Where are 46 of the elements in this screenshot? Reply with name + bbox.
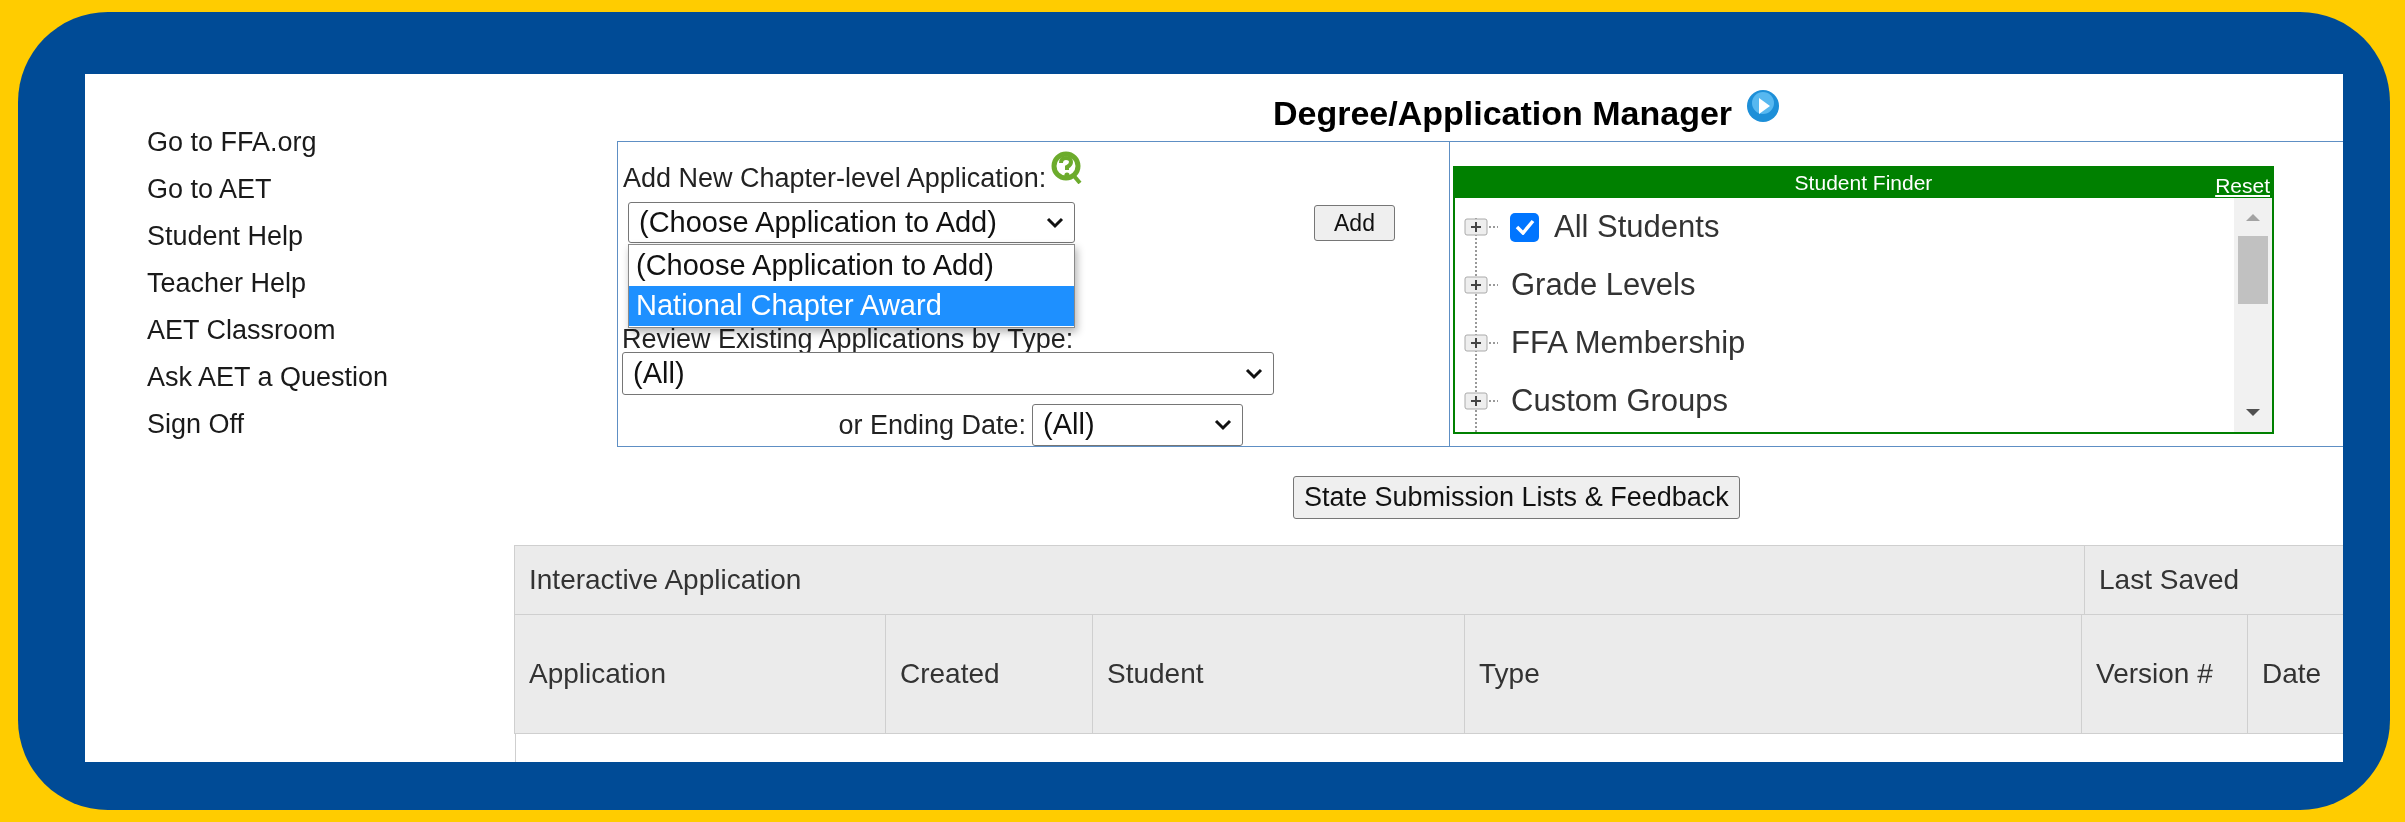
field-label: or Ending Date: <box>838 408 1026 442</box>
panel-title: Student Finder <box>1794 170 1933 197</box>
dropdown-option[interactable]: (Choose Application to Add) <box>629 246 1074 286</box>
expand-icon[interactable] <box>1464 392 1498 410</box>
column-header: Application <box>514 613 886 734</box>
chevron-icon <box>1214 419 1232 431</box>
column-group-header: Last Saved <box>2084 544 2343 615</box>
select-field[interactable]: (All) <box>622 352 1274 395</box>
tree-item-label[interactable]: All Students <box>1554 203 1720 251</box>
column-header: Date <box>2247 613 2343 734</box>
sidebar-link[interactable]: Ask AET a Question <box>147 354 389 401</box>
sidebar-link[interactable]: Teacher Help <box>147 260 307 307</box>
field-label: Review Existing Applications by Type: <box>622 327 1074 352</box>
column-header: Student <box>1092 613 1465 734</box>
sidebar-link[interactable]: Go to FFA.org <box>147 119 317 166</box>
scroll-up-icon[interactable] <box>2245 212 2261 222</box>
check-icon <box>1514 219 1535 235</box>
feedback-button[interactable]: State Submission Lists & Feedback <box>1293 476 1740 519</box>
checkbox[interactable] <box>1510 212 1539 242</box>
play-icon[interactable] <box>1746 89 1781 123</box>
chevron-icon <box>1046 216 1064 229</box>
sidebar-link[interactable]: Go to AET <box>147 166 272 213</box>
tree-item-label[interactable]: Custom Groups <box>1511 377 1729 425</box>
add-button[interactable]: Add <box>1314 204 1395 241</box>
help-icon[interactable] <box>1050 150 1083 184</box>
select-field[interactable]: (Choose Application to Add) <box>628 202 1075 243</box>
column-header: Version # <box>2081 613 2248 734</box>
sidebar-link[interactable]: Student Help <box>147 213 304 260</box>
column-header: Created <box>885 613 1093 734</box>
scrollbar[interactable] <box>2234 198 2272 432</box>
column-group-header: Interactive Application <box>514 544 2085 615</box>
sidebar-link[interactable]: Sign Off <box>147 401 245 448</box>
field-label: Add New Chapter-level Application: <box>623 161 1047 195</box>
scrollbar-thumb[interactable] <box>2238 236 2268 304</box>
reset-link[interactable]: Reset <box>2215 170 2270 202</box>
tree-item-label[interactable]: FFA Membership <box>1511 319 1746 367</box>
expand-icon[interactable] <box>1464 276 1498 294</box>
expand-icon[interactable] <box>1464 218 1498 236</box>
select-field[interactable]: (All) <box>1032 404 1243 446</box>
expand-icon[interactable] <box>1464 334 1498 352</box>
chevron-icon <box>1245 367 1263 380</box>
page-title: Degree/Application Manager <box>1273 92 1733 134</box>
column-header: Type <box>1464 613 2082 734</box>
sidebar-link[interactable]: AET Classroom <box>147 307 336 354</box>
scroll-down-icon[interactable] <box>2245 408 2261 418</box>
tree-item-label[interactable]: Grade Levels <box>1511 261 1696 309</box>
